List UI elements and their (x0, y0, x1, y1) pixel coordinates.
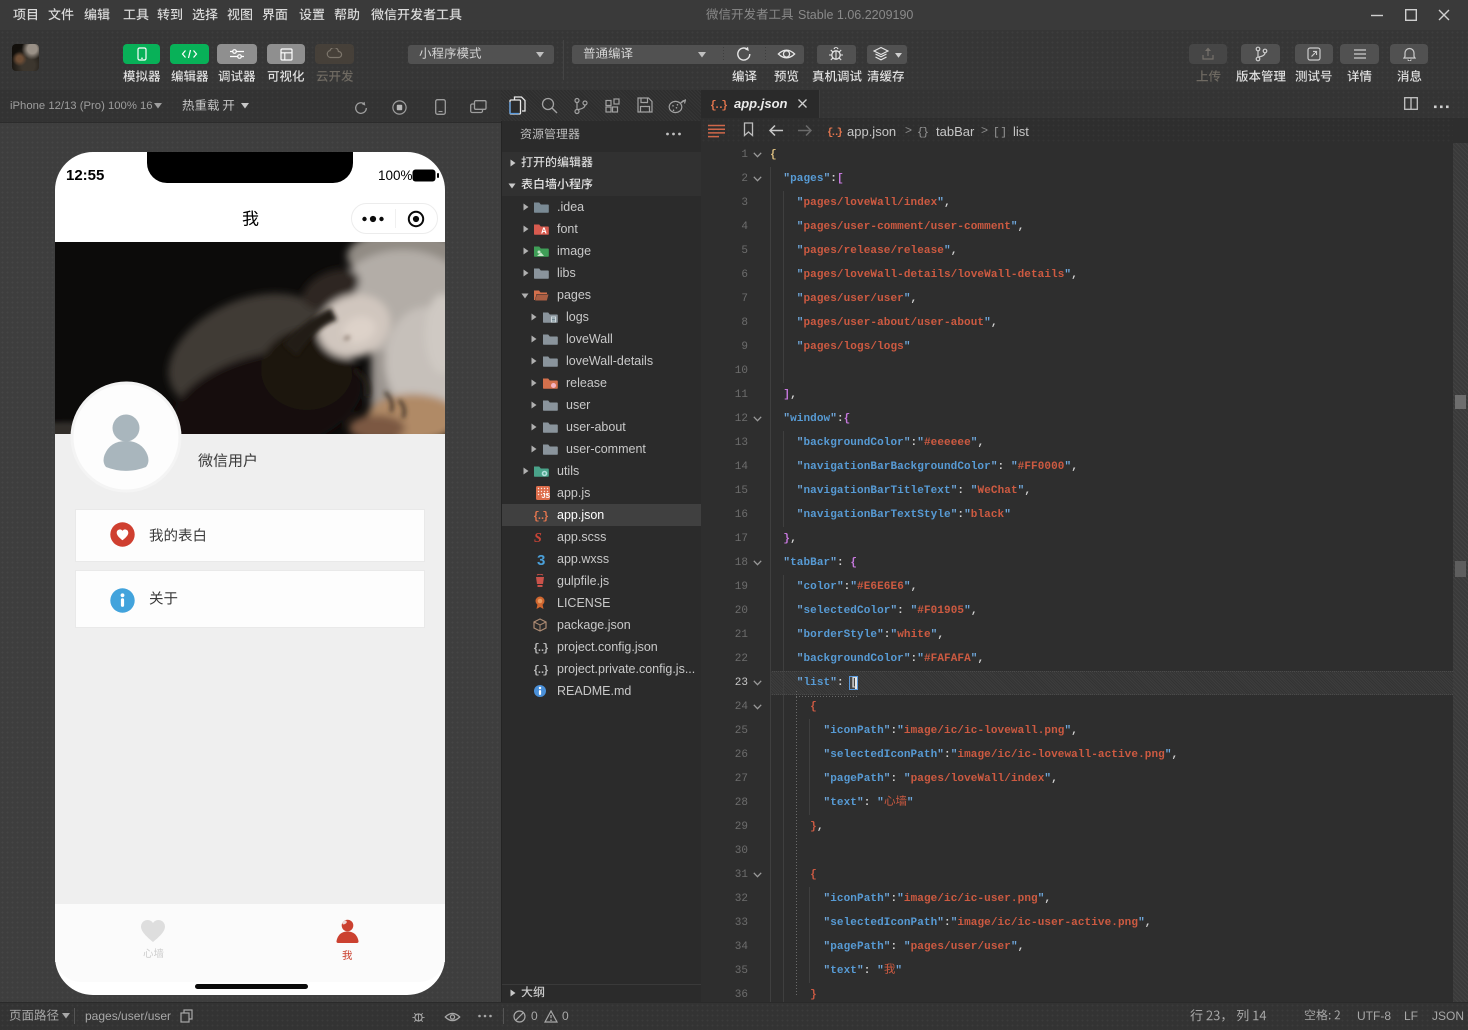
svg-text:{}: {} (917, 127, 929, 138)
svg-text:3: 3 (537, 552, 545, 566)
svg-text:{..}: {..} (533, 665, 549, 676)
svg-text:JS: JS (542, 493, 551, 500)
svg-text:S: S (534, 531, 542, 544)
svg-text:{..}: {..} (533, 643, 549, 654)
svg-text:[ ]: [ ] (993, 127, 1007, 138)
svg-text:{..}: {..} (533, 511, 549, 522)
svg-text:{..}: {..} (827, 127, 843, 138)
svg-text:A: A (541, 227, 547, 236)
svg-text:{..}: {..} (710, 100, 728, 111)
